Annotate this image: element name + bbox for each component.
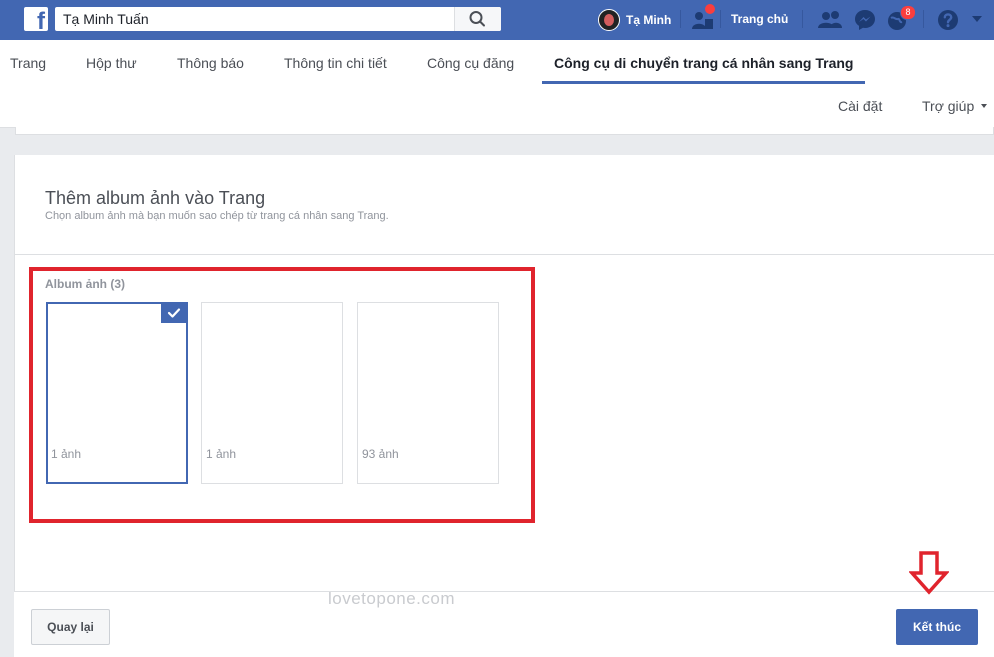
profile-link[interactable]: Tạ Minh (598, 8, 671, 32)
active-tab-indicator (542, 81, 865, 84)
divider (720, 10, 721, 28)
top-bar: f Tạ Minh Tuấn Tạ Minh Trang chủ 8 (0, 0, 994, 40)
facebook-logo-icon[interactable]: f (24, 7, 48, 34)
down-arrow-annotation-icon (909, 551, 949, 595)
highlight-annotation-box (29, 267, 535, 523)
panel-title: Thêm album ảnh vào Trang (45, 188, 266, 208)
search-box[interactable]: Tạ Minh Tuấn (55, 7, 501, 31)
divider (680, 10, 681, 28)
panel-subtitle: Chọn album ảnh mà bạn muốn sao chép từ t… (45, 210, 389, 222)
notification-count-badge: 8 (900, 5, 916, 20)
tab-inbox[interactable]: Hộp thư (86, 55, 137, 71)
help-button[interactable] (936, 8, 960, 32)
tab-insights[interactable]: Thông tin chi tiết (284, 55, 387, 71)
panel-header: Thêm album ảnh vào Trang Chọn album ảnh … (15, 155, 994, 255)
help-icon (938, 10, 958, 30)
finish-button[interactable]: Kết thúc (896, 609, 978, 645)
page-nav: Trang Hộp thư Thông báo Thông tin chi ti… (0, 40, 994, 128)
friend-requests-button[interactable] (818, 8, 842, 32)
home-link[interactable]: Trang chủ (731, 12, 788, 26)
page-friends-button[interactable] (691, 3, 716, 32)
divider (923, 10, 924, 28)
search-button[interactable] (454, 7, 501, 31)
help-menu[interactable]: Trợ giúp (922, 98, 974, 114)
messenger-button[interactable] (853, 8, 877, 32)
friend-requests-icon (818, 11, 842, 28)
panel-footer (14, 591, 994, 657)
settings-link[interactable]: Cài đặt (838, 98, 882, 114)
search-icon (469, 11, 485, 27)
tab-profile-to-page-migration[interactable]: Công cụ di chuyển trang cá nhân sang Tra… (554, 55, 853, 71)
caret-down-icon (981, 104, 987, 108)
previous-card (15, 127, 994, 135)
messenger-icon (855, 10, 875, 30)
tab-notifications[interactable]: Thông báo (177, 55, 244, 71)
search-input[interactable]: Tạ Minh Tuấn (63, 11, 149, 27)
tab-page[interactable]: Trang (10, 55, 46, 71)
back-button[interactable]: Quay lại (31, 609, 110, 645)
watermark: lovetopone.com (328, 589, 456, 608)
caret-down-icon[interactable] (972, 16, 982, 22)
profile-name: Tạ Minh (626, 13, 672, 27)
avatar (598, 9, 620, 31)
notifications-button[interactable]: 8 (886, 5, 916, 32)
tab-publishing-tools[interactable]: Công cụ đăng (427, 55, 514, 71)
new-indicator (704, 3, 716, 15)
divider (802, 10, 803, 28)
